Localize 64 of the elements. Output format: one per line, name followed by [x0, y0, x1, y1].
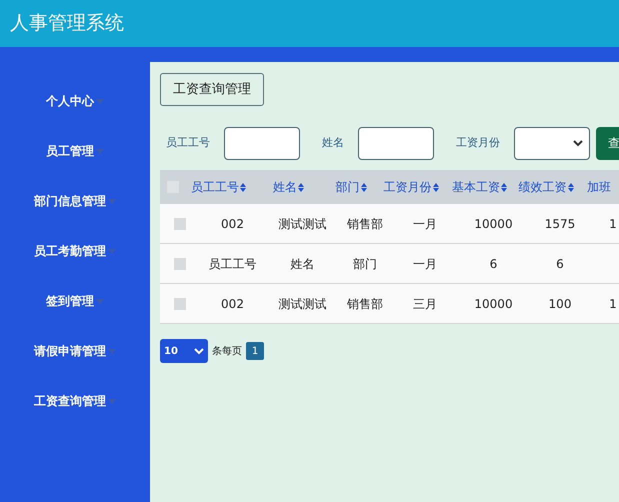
sidebar-item[interactable]: 个人中心: [0, 76, 150, 126]
sort-icon: [360, 182, 366, 192]
column-header[interactable]: 部门: [336, 178, 366, 196]
table-cell-text: 100: [548, 296, 572, 312]
caret-icon: [108, 248, 116, 254]
chevron-icon: [194, 348, 204, 354]
table-cell-text: 测试测试: [278, 296, 326, 312]
field-label: 姓名: [322, 134, 344, 151]
sort-icon: [501, 182, 507, 192]
row-checkbox[interactable]: [174, 258, 186, 270]
column-header[interactable]: 姓名: [273, 178, 304, 196]
sort-icon: [432, 182, 438, 192]
caret-icon: [96, 298, 104, 304]
column-header[interactable]: 绩效工资: [518, 178, 574, 196]
table-cell-text: 002: [221, 296, 244, 312]
sidebar-item[interactable]: 员工考勤管理: [0, 226, 150, 276]
column-header[interactable]: 工资月份: [384, 178, 438, 196]
table-cell-text: 部门: [353, 256, 377, 272]
sidebar-item[interactable]: 请假申请管理: [0, 326, 150, 376]
table-cell-text: 6: [556, 256, 564, 272]
table-cell-text: 1: [609, 216, 617, 232]
table-cell-text: 姓名: [290, 256, 314, 272]
table-cell-text: 1: [609, 296, 617, 312]
sidebar-item[interactable]: 部门信息管理: [0, 176, 150, 226]
field-label: 工资月份: [456, 134, 500, 151]
row-checkbox[interactable]: [174, 218, 186, 230]
field-label: 员工工号: [166, 134, 210, 151]
table-cell-text: 6: [490, 256, 498, 272]
column-header[interactable]: 基本工资: [452, 178, 507, 196]
month-select[interactable]: [514, 126, 590, 160]
page-size-select[interactable]: 10: [160, 339, 208, 363]
sort-icon: [298, 182, 304, 192]
search-button[interactable]: 查: [596, 126, 619, 160]
table-cell-text: 销售部: [347, 216, 383, 232]
table-cell-text: 三月: [413, 296, 437, 312]
text-field[interactable]: [224, 126, 300, 160]
sort-icon: [568, 182, 574, 192]
caret-icon: [96, 98, 104, 104]
caret-icon: [108, 198, 116, 204]
caret-icon: [96, 148, 104, 154]
sort-icon: [240, 182, 246, 192]
chevron-icon: [573, 140, 583, 146]
caret-icon: [108, 398, 116, 404]
text-field[interactable]: [358, 126, 434, 160]
breadcrumb-tab[interactable]: 工资查询管理: [160, 73, 264, 106]
page-button[interactable]: 1: [246, 342, 264, 360]
app-title: 人事管理系统: [10, 11, 124, 36]
sidebar-item[interactable]: 工资查询管理: [0, 376, 150, 426]
row-checkbox[interactable]: [174, 298, 186, 310]
sidebar-item[interactable]: 签到管理: [0, 276, 150, 326]
table-cell-text: 10000: [474, 296, 513, 312]
table-cell-text: 销售部: [347, 296, 383, 312]
table-cell-text: 一月: [413, 216, 437, 232]
table-cell-text: 10000: [474, 216, 513, 232]
table-cell-text: 员工工号: [208, 256, 256, 272]
table-cell-text: 测试测试: [278, 216, 326, 232]
column-header[interactable]: 加班: [587, 178, 611, 196]
caret-icon: [108, 348, 116, 354]
table-cell-text: 002: [221, 216, 244, 232]
table-cell-text: 1575: [544, 216, 576, 232]
page-size-label: 条每页: [212, 344, 242, 358]
column-header[interactable]: 员工工号: [191, 178, 246, 196]
table-cell-text: 一月: [413, 256, 437, 272]
sidebar-item[interactable]: 员工管理: [0, 126, 150, 176]
